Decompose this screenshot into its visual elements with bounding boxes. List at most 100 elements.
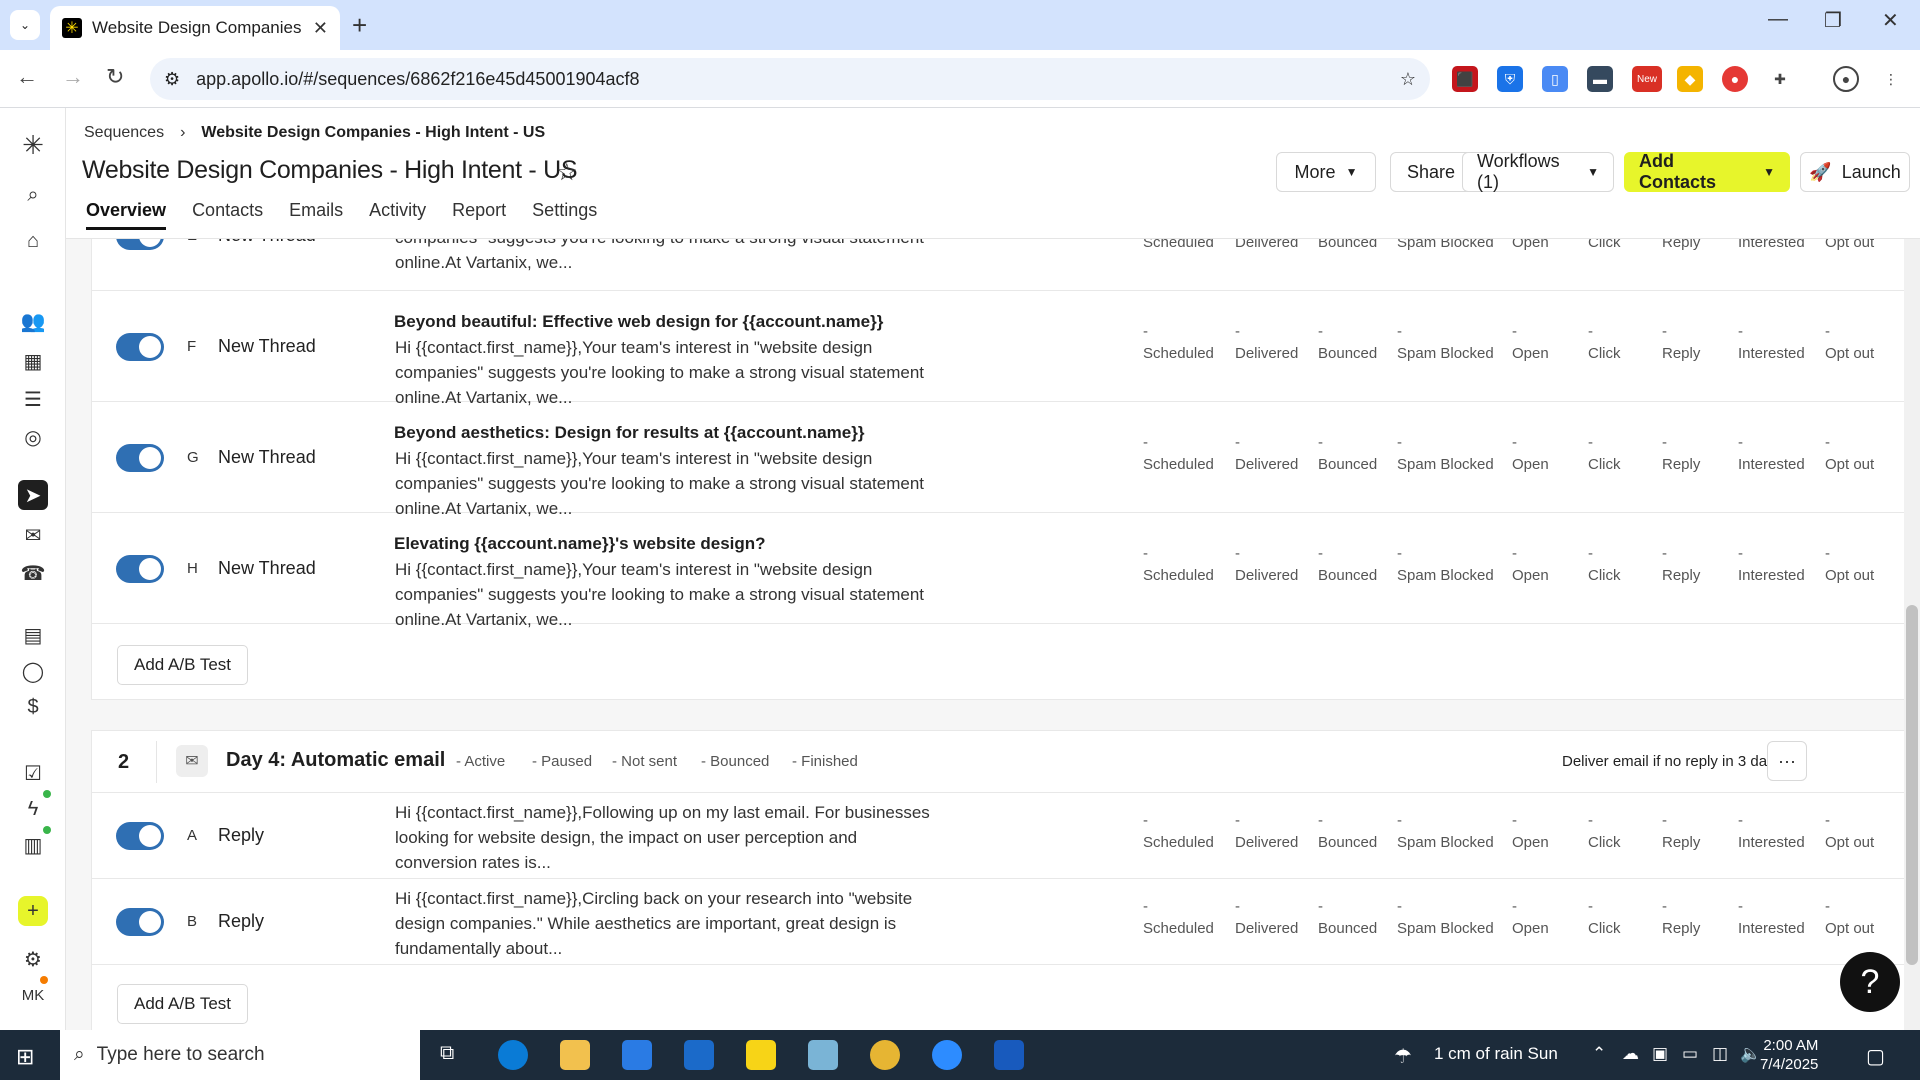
keyboard-extension-icon[interactable]: ◆ bbox=[1677, 66, 1703, 92]
apollo-logo-icon[interactable]: ✳ bbox=[18, 130, 48, 160]
companies-icon[interactable]: ▦ bbox=[18, 346, 48, 376]
calls-icon[interactable]: ☎ bbox=[18, 558, 48, 588]
breadcrumb-sequences[interactable]: Sequences bbox=[84, 124, 164, 142]
browser-tab[interactable]: ✳ Website Design Companies - H ✕ bbox=[50, 6, 340, 50]
close-window-icon[interactable]: ✕ bbox=[1882, 8, 1899, 33]
word-icon[interactable] bbox=[994, 1040, 1024, 1070]
tray-app-icon[interactable]: ▣ bbox=[1652, 1044, 1668, 1064]
edge-icon[interactable] bbox=[498, 1040, 528, 1070]
intent-icon[interactable]: ◎ bbox=[18, 422, 48, 452]
weather-text[interactable]: 1 cm of rain Sun bbox=[1434, 1044, 1558, 1064]
tab-overview[interactable]: Overview bbox=[86, 200, 167, 230]
settings-icon[interactable]: ⚙ bbox=[18, 944, 48, 974]
variant-row[interactable]: H New Thread Elevating {{account.name}}'s … bbox=[92, 513, 1904, 629]
emails-icon[interactable]: ✉ bbox=[18, 520, 48, 550]
site-info-icon[interactable]: ⚙ bbox=[164, 69, 180, 90]
user-avatar[interactable]: MK bbox=[18, 980, 48, 1010]
variant-toggle[interactable] bbox=[116, 443, 164, 472]
variant-toggle[interactable] bbox=[116, 554, 164, 583]
file-explorer-icon[interactable] bbox=[560, 1040, 590, 1070]
analytics-icon[interactable]: ▥ bbox=[18, 830, 48, 860]
tab-report[interactable]: Report bbox=[452, 200, 506, 230]
tab-settings[interactable]: Settings bbox=[532, 200, 597, 230]
lists-icon[interactable]: ☰ bbox=[18, 384, 48, 414]
shield-extension-icon[interactable]: ⛨ bbox=[1497, 66, 1523, 92]
variant-row[interactable]: E New Thread Hi {{contact.first_name}},You… bbox=[92, 239, 1904, 291]
taskbar-search[interactable]: ⌕ Type here to search bbox=[60, 1030, 420, 1080]
volume-icon[interactable]: 🔈 bbox=[1740, 1044, 1761, 1064]
email-body-preview[interactable]: Hi {{contact.first_name}},Following up o… bbox=[395, 800, 935, 875]
email-body-preview[interactable]: Hi {{contact.first_name}},Your team's in… bbox=[395, 239, 935, 275]
restore-icon[interactable]: ❐ bbox=[1824, 8, 1842, 33]
add-ab-test-button[interactable]: Add A/B Test bbox=[117, 645, 249, 685]
docs-extension-icon[interactable]: ▯ bbox=[1542, 66, 1568, 92]
chrome-icon[interactable] bbox=[870, 1040, 900, 1070]
email-body-preview[interactable]: Hi {{contact.first_name}},Your team's in… bbox=[395, 335, 935, 410]
add-ab-test-button[interactable]: Add A/B Test bbox=[117, 984, 249, 1024]
workflows-button[interactable]: Workflows (1) ▼ bbox=[1462, 151, 1614, 192]
snipping-tool-icon[interactable] bbox=[808, 1040, 838, 1070]
address-bar[interactable]: ⚙ app.apollo.io/#/sequences/6862f216e45d… bbox=[150, 58, 1430, 100]
new-extension-icon[interactable]: New bbox=[1632, 66, 1662, 92]
email-subject[interactable]: Elevating {{account.name}}'s website des… bbox=[394, 534, 766, 554]
zoom-icon[interactable] bbox=[932, 1040, 962, 1070]
help-button[interactable]: ? bbox=[1840, 952, 1900, 1012]
variant-row[interactable]: F New Thread Beyond beautiful: Effective w… bbox=[92, 291, 1904, 407]
meetings-icon[interactable]: ▤ bbox=[18, 620, 48, 650]
add-contact-icon[interactable]: + bbox=[18, 896, 48, 926]
browser-menu-icon[interactable]: ⋮ bbox=[1878, 66, 1904, 92]
variant-toggle[interactable] bbox=[116, 822, 164, 850]
variant-row[interactable]: B Reply Hi {{contact.first_name}},Circling… bbox=[92, 879, 1904, 965]
onedrive-icon[interactable]: ☁ bbox=[1622, 1044, 1639, 1064]
notifications-icon[interactable]: ▢ bbox=[1866, 1044, 1885, 1069]
tasks-icon[interactable]: ☑ bbox=[18, 758, 48, 788]
media-extension-icon[interactable]: ▬ bbox=[1587, 66, 1613, 92]
step-more-button[interactable]: ··· bbox=[1767, 741, 1807, 781]
email-body-preview[interactable]: Hi {{contact.first_name}},Your team's in… bbox=[395, 557, 935, 632]
conversations-icon[interactable]: ◯ bbox=[18, 656, 48, 686]
extensions-puzzle-icon[interactable]: ✚ bbox=[1767, 66, 1793, 92]
search-icon[interactable]: ⌕ bbox=[18, 180, 48, 210]
tab-list-button[interactable]: ⌄ bbox=[10, 10, 40, 40]
more-button[interactable]: More ▼ bbox=[1276, 152, 1376, 192]
variant-row[interactable]: G New Thread Beyond aesthetics: Design for… bbox=[92, 402, 1904, 518]
variant-toggle[interactable] bbox=[116, 332, 164, 361]
tab-activity[interactable]: Activity bbox=[369, 200, 426, 230]
variant-toggle[interactable] bbox=[116, 908, 164, 936]
windows-start-icon[interactable]: ⊞ bbox=[16, 1044, 34, 1070]
profile-icon[interactable]: ● bbox=[1833, 66, 1859, 92]
email-subject[interactable]: Beyond aesthetics: Design for results at… bbox=[394, 423, 864, 443]
network-icon[interactable]: ◫ bbox=[1712, 1044, 1728, 1064]
tab-contacts[interactable]: Contacts bbox=[192, 200, 263, 230]
favorite-star-icon[interactable]: ☆ bbox=[556, 158, 578, 187]
back-icon[interactable]: ← bbox=[16, 64, 38, 90]
tray-chevron-icon[interactable]: ⌃ bbox=[1592, 1044, 1606, 1064]
close-tab-icon[interactable]: ✕ bbox=[313, 18, 328, 39]
variant-row[interactable]: A Reply Hi {{contact.first_name}},Followin… bbox=[92, 793, 1904, 879]
add-contacts-button[interactable]: Add Contacts ▼ bbox=[1624, 151, 1790, 192]
email-body-preview[interactable]: Hi {{contact.first_name}},Circling back … bbox=[395, 886, 935, 961]
workflows-icon[interactable]: ϟ bbox=[18, 794, 48, 824]
new-tab-icon[interactable]: + bbox=[352, 10, 367, 41]
pdf-extension-icon[interactable]: ⬛ bbox=[1452, 66, 1478, 92]
sequences-icon[interactable]: ➤ bbox=[18, 480, 48, 510]
task-view-icon[interactable]: ⧉ bbox=[440, 1042, 454, 1065]
share-button[interactable]: Share bbox=[1390, 152, 1472, 192]
email-body-preview[interactable]: Hi {{contact.first_name}},Your team's in… bbox=[395, 446, 935, 521]
people-icon[interactable]: 👥 bbox=[18, 306, 48, 336]
variant-toggle[interactable] bbox=[116, 239, 164, 250]
sticky-notes-icon[interactable] bbox=[746, 1040, 776, 1070]
minimize-icon[interactable]: — bbox=[1768, 8, 1788, 31]
tab-emails[interactable]: Emails bbox=[289, 200, 343, 230]
mail-app-icon[interactable] bbox=[684, 1040, 714, 1070]
pokeball-extension-icon[interactable]: ● bbox=[1722, 66, 1748, 92]
deals-icon[interactable]: $ bbox=[18, 692, 48, 722]
bookmark-star-icon[interactable]: ☆ bbox=[1400, 69, 1416, 90]
scrollbar-thumb[interactable] bbox=[1906, 605, 1918, 965]
forward-icon[interactable]: → bbox=[62, 64, 84, 90]
launch-button[interactable]: 🚀 Launch bbox=[1800, 152, 1910, 192]
reload-icon[interactable]: ↻ bbox=[106, 64, 124, 90]
battery-icon[interactable]: ▭ bbox=[1682, 1044, 1698, 1064]
taskbar-clock[interactable]: 2:00 AM 7/4/2025 bbox=[1760, 1036, 1818, 1074]
email-subject[interactable]: Beyond beautiful: Effective web design f… bbox=[394, 312, 883, 332]
